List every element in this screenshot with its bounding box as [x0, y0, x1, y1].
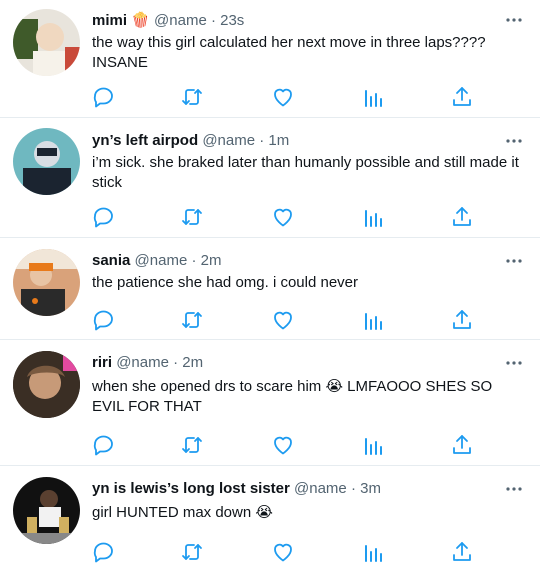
- share-icon[interactable]: [450, 433, 474, 457]
- views-icon[interactable]: [361, 85, 385, 109]
- share-icon[interactable]: [450, 540, 474, 564]
- separator: ·: [191, 252, 197, 269]
- tweet-header: sania @name · 2m: [92, 251, 500, 271]
- avatar[interactable]: [13, 128, 80, 195]
- more-icon[interactable]: [504, 353, 524, 373]
- tweet-text: when she opened drs to scare him 😭 LMFAO…: [92, 378, 493, 415]
- action-bar: [92, 205, 482, 229]
- views-icon[interactable]: [361, 205, 385, 229]
- timestamp[interactable]: 2m: [182, 354, 203, 371]
- reply-icon[interactable]: [92, 540, 116, 564]
- views-icon[interactable]: [361, 433, 385, 457]
- separator: ·: [210, 12, 216, 29]
- more-icon[interactable]: [504, 131, 524, 151]
- reply-icon[interactable]: [92, 433, 116, 457]
- timestamp[interactable]: 1m: [268, 132, 289, 149]
- handle[interactable]: @name: [116, 354, 169, 371]
- like-icon[interactable]: [271, 433, 295, 457]
- display-name[interactable]: mimi 🍿: [92, 12, 150, 29]
- retweet-icon[interactable]: [180, 205, 204, 229]
- avatar[interactable]: [13, 9, 80, 76]
- tweet-text: the way this girl calculated her next mo…: [92, 34, 486, 71]
- action-bar: [92, 433, 482, 457]
- timestamp[interactable]: 2m: [201, 252, 222, 269]
- tweet-3[interactable]: sania @name · 2m the patience she had om…: [0, 238, 540, 340]
- tweet-5[interactable]: yn is lewis’s long lost sister @name · 3…: [0, 466, 540, 573]
- views-icon[interactable]: [361, 308, 385, 332]
- retweet-icon[interactable]: [180, 540, 204, 564]
- separator: ·: [350, 480, 356, 497]
- tweet-text: the patience she had omg. i could never: [92, 274, 359, 291]
- views-icon[interactable]: [361, 540, 385, 564]
- tweet-2[interactable]: yn’s left airpod @name · 1m i’m sick. sh…: [0, 118, 540, 238]
- tweet-text: i’m sick. she braked later than humanly …: [92, 154, 519, 191]
- tweet-4[interactable]: riri @name · 2m when she opened drs to s…: [0, 340, 540, 466]
- avatar[interactable]: [13, 477, 80, 544]
- action-bar: [92, 85, 482, 109]
- tweet-header: mimi 🍿 @name · 23s: [92, 11, 500, 31]
- separator: ·: [173, 354, 179, 371]
- like-icon[interactable]: [271, 308, 295, 332]
- more-icon[interactable]: [504, 10, 524, 30]
- tweet-feed: mimi 🍿 @name · 23s the way this girl cal…: [0, 0, 540, 573]
- more-icon[interactable]: [504, 479, 524, 499]
- tweet-text: girl HUNTED max down 😭: [92, 504, 273, 521]
- handle[interactable]: @name: [202, 132, 255, 149]
- display-name[interactable]: yn is lewis’s long lost sister: [92, 480, 290, 497]
- reply-icon[interactable]: [92, 308, 116, 332]
- timestamp[interactable]: 3m: [360, 480, 381, 497]
- separator: ·: [259, 132, 265, 149]
- avatar[interactable]: [13, 249, 80, 316]
- handle[interactable]: @name: [294, 480, 347, 497]
- tweet-header: yn’s left airpod @name · 1m: [92, 131, 500, 151]
- like-icon[interactable]: [271, 540, 295, 564]
- tweet-1[interactable]: mimi 🍿 @name · 23s the way this girl cal…: [0, 0, 540, 118]
- timestamp[interactable]: 23s: [220, 12, 244, 29]
- share-icon[interactable]: [450, 85, 474, 109]
- share-icon[interactable]: [450, 308, 474, 332]
- like-icon[interactable]: [271, 205, 295, 229]
- display-name[interactable]: yn’s left airpod: [92, 132, 198, 149]
- action-bar: [92, 540, 482, 564]
- more-icon[interactable]: [504, 251, 524, 271]
- display-name[interactable]: riri: [92, 354, 112, 371]
- tweet-header: riri @name · 2m: [92, 353, 500, 373]
- reply-icon[interactable]: [92, 85, 116, 109]
- share-icon[interactable]: [450, 205, 474, 229]
- retweet-icon[interactable]: [180, 308, 204, 332]
- tweet-header: yn is lewis’s long lost sister @name · 3…: [92, 479, 500, 499]
- retweet-icon[interactable]: [180, 85, 204, 109]
- handle[interactable]: @name: [135, 252, 188, 269]
- display-name[interactable]: sania: [92, 252, 130, 269]
- reply-icon[interactable]: [92, 205, 116, 229]
- retweet-icon[interactable]: [180, 433, 204, 457]
- action-bar: [92, 308, 482, 332]
- like-icon[interactable]: [271, 85, 295, 109]
- avatar[interactable]: [13, 351, 80, 418]
- handle[interactable]: @name: [154, 12, 207, 29]
